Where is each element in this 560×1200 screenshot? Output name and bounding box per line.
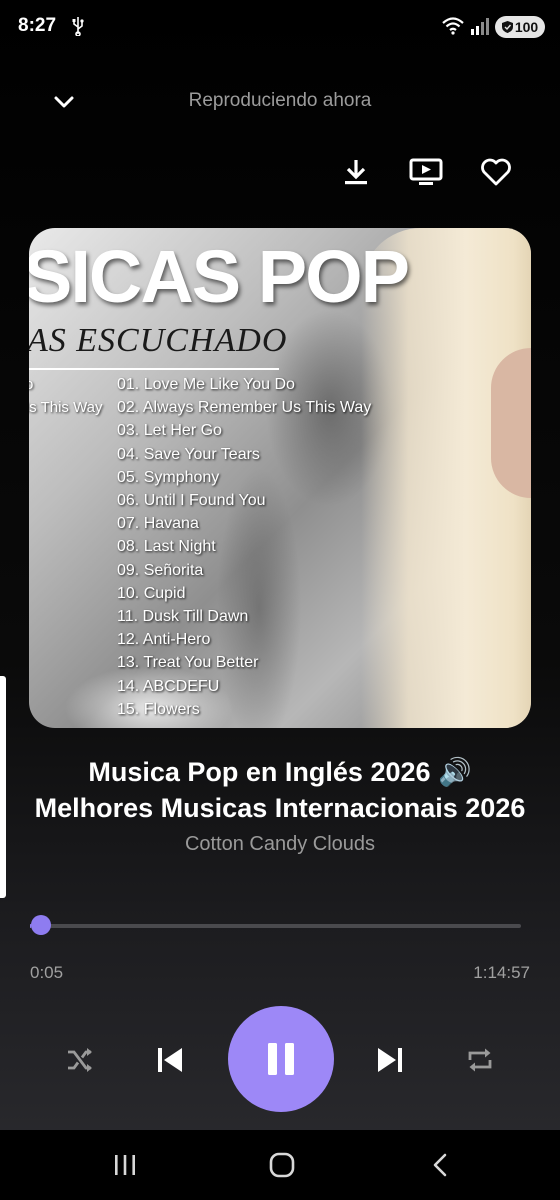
artist-name[interactable]: Cotton Candy Clouds bbox=[0, 833, 560, 856]
status-bar: 8:27 100 bbox=[0, 0, 560, 56]
tracklist-item: 03. Let Her Go bbox=[117, 422, 222, 440]
tracklist-item: 02. Always Remember Us This Way bbox=[117, 399, 372, 417]
status-time: 8:27 bbox=[18, 15, 57, 36]
side-panel-handle[interactable] bbox=[0, 676, 6, 898]
tracklist-item: 11. Dusk Till Dawn bbox=[117, 608, 249, 626]
tracklist-item: 04. Save Your Tears bbox=[117, 445, 260, 463]
artwork-divider bbox=[29, 368, 279, 370]
tracklist-item: 13. Treat You Better bbox=[117, 654, 259, 672]
artwork-left-column: o Is This Way bbox=[29, 373, 103, 420]
signal-icon bbox=[471, 18, 489, 35]
page-title: Reproduciendo ahora bbox=[188, 90, 372, 111]
recent-apps-icon bbox=[115, 1155, 135, 1175]
next-icon bbox=[378, 1048, 402, 1072]
cast-video-button[interactable] bbox=[404, 150, 448, 194]
artwork-face bbox=[491, 348, 531, 498]
back-icon bbox=[433, 1153, 447, 1177]
tracklist-item: 07. Havana bbox=[117, 515, 199, 533]
song-title-line-2: Melhores Musicas Internacionais 2026 bbox=[34, 793, 526, 823]
seek-thumb[interactable] bbox=[30, 915, 51, 935]
shuffle-button[interactable] bbox=[58, 1038, 102, 1082]
tracklist-item: 15. Flowers bbox=[117, 700, 200, 718]
tracklist-item: 01. Love Me Like You Do bbox=[117, 376, 295, 393]
download-icon bbox=[345, 160, 367, 185]
home-button[interactable] bbox=[262, 1148, 302, 1182]
battery-level: 100 bbox=[514, 19, 539, 35]
artwork-left-item: Is This Way bbox=[29, 399, 103, 417]
elapsed-time: 0:05 bbox=[30, 963, 64, 982]
tracklist-item: 14. ABCDEFU bbox=[117, 677, 220, 695]
repeat-icon bbox=[468, 1048, 492, 1072]
next-button[interactable] bbox=[368, 1038, 412, 1082]
cast-video-icon bbox=[409, 158, 443, 185]
favorite-button[interactable] bbox=[474, 150, 518, 194]
tracklist-item: 12. Anti-Hero bbox=[117, 631, 211, 649]
player-actions bbox=[0, 150, 560, 194]
system-nav-bar bbox=[0, 1130, 560, 1200]
artwork-title: SICAS POP bbox=[29, 235, 410, 318]
tracklist-item: 08. Last Night bbox=[117, 538, 216, 556]
heart-icon bbox=[481, 158, 511, 186]
total-time: 1:14:57 bbox=[473, 963, 530, 982]
artwork-subtitle: AS ESCUCHADO bbox=[29, 322, 288, 359]
back-button[interactable] bbox=[420, 1148, 460, 1182]
battery-indicator: 100 bbox=[495, 16, 545, 38]
recent-apps-button[interactable] bbox=[105, 1148, 145, 1182]
song-title: Musica Pop en Inglés 2026 🔊 Melhores Mus… bbox=[20, 754, 540, 826]
album-artwork: SICAS POP AS ESCUCHADO o Is This Way 01.… bbox=[29, 228, 531, 728]
tracklist-item: 05. Symphony bbox=[117, 468, 220, 486]
tracklist-item: 10. Cupid bbox=[117, 584, 186, 602]
artwork-left-item: o bbox=[29, 376, 34, 393]
tracklist-item: 06. Until I Found You bbox=[117, 492, 266, 510]
previous-button[interactable] bbox=[148, 1038, 192, 1082]
previous-icon bbox=[158, 1048, 182, 1072]
player-header: Reproduciendo ahora bbox=[0, 80, 560, 124]
artwork-tracklist: 01. Love Me Like You Do 02. Always Remem… bbox=[117, 373, 371, 721]
playback-controls bbox=[0, 1006, 560, 1114]
pause-button[interactable] bbox=[228, 1006, 334, 1112]
tracklist-item: 09. Señorita bbox=[117, 561, 204, 579]
usb-icon bbox=[72, 17, 84, 36]
shuffle-icon bbox=[68, 1048, 92, 1072]
wifi-icon bbox=[442, 17, 464, 35]
pause-icon bbox=[268, 1043, 294, 1075]
battery-shield-icon bbox=[501, 21, 513, 33]
song-title-line-1: Musica Pop en Inglés 2026 🔊 bbox=[88, 757, 472, 787]
home-icon bbox=[269, 1152, 295, 1178]
repeat-button[interactable] bbox=[458, 1038, 502, 1082]
download-button[interactable] bbox=[334, 150, 378, 194]
seek-bar[interactable] bbox=[30, 924, 521, 928]
